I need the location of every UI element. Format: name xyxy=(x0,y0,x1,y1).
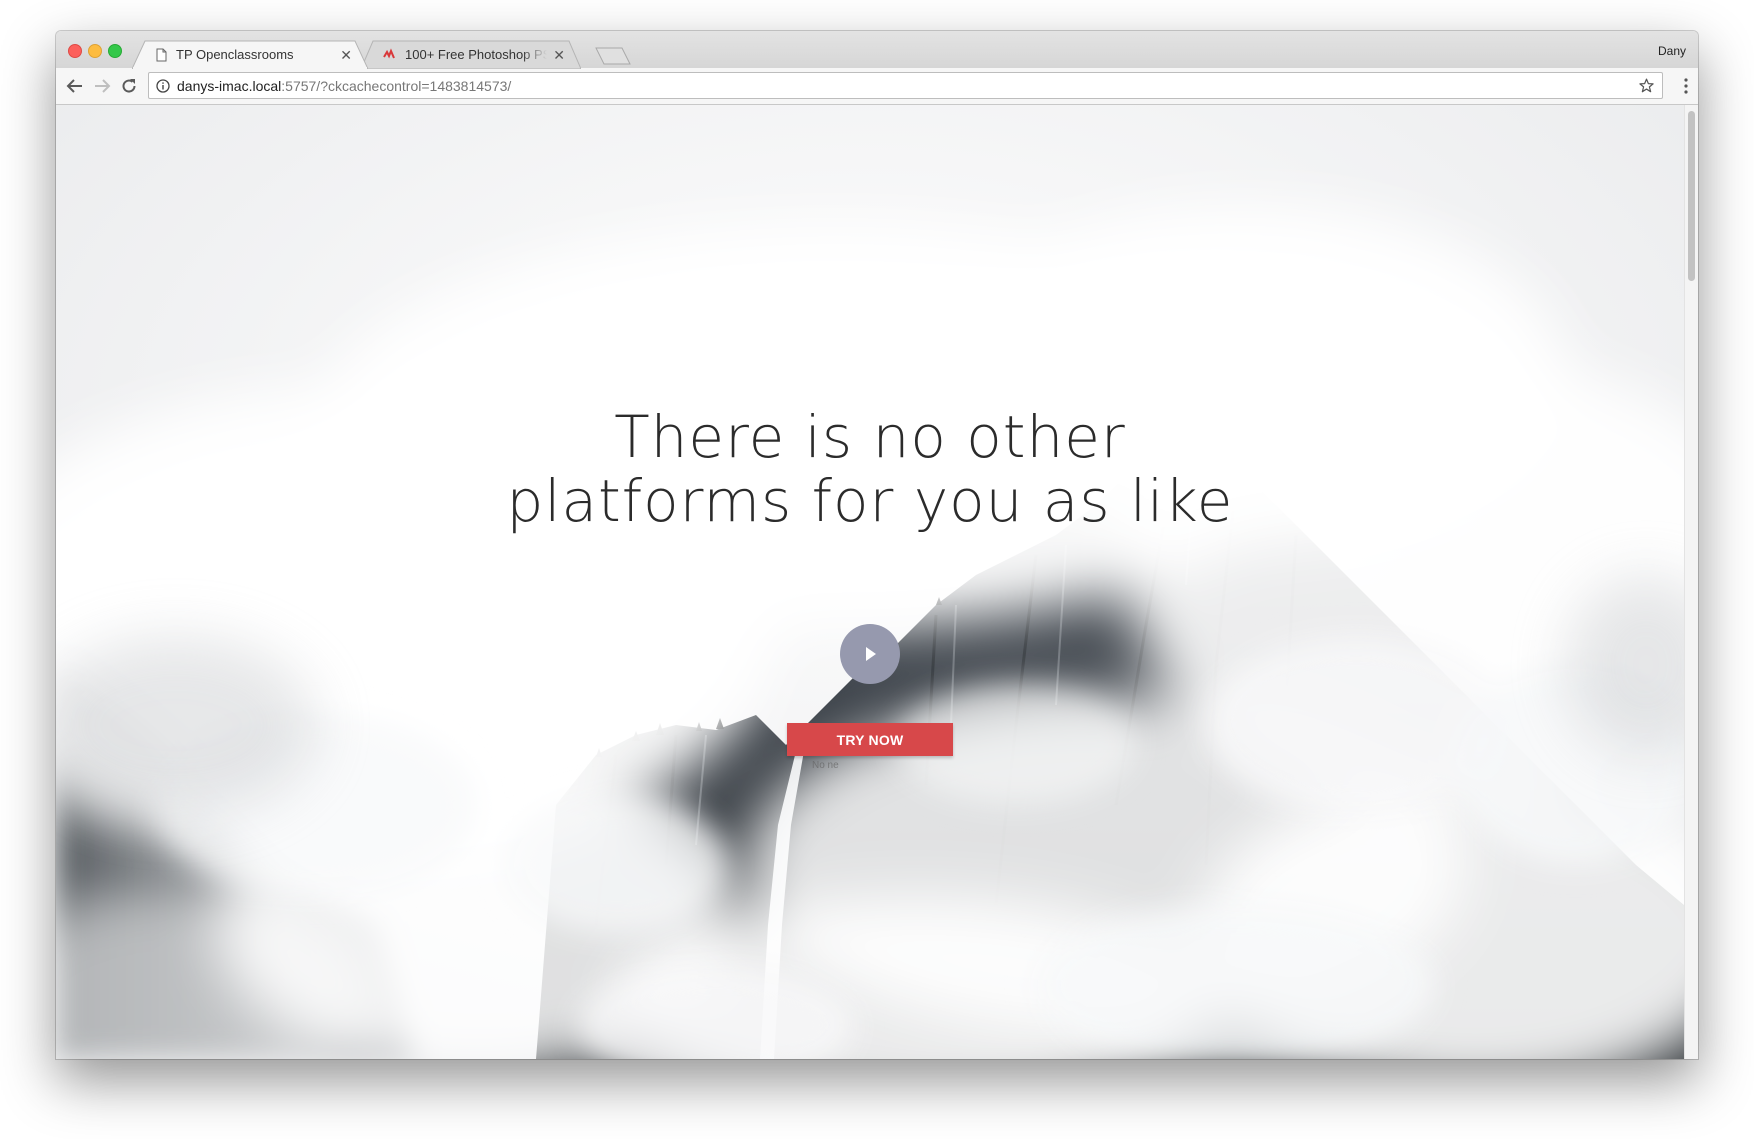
browser-window: 100+ Free Photoshop PSD web ✕ TP Opencla… xyxy=(56,31,1698,1059)
profile-button[interactable]: Dany xyxy=(1658,44,1686,58)
play-icon xyxy=(866,647,876,661)
tab-tp-openclassrooms[interactable]: TP Openclassrooms ✕ xyxy=(132,40,368,69)
hero-headline: There is no other platforms for you as l… xyxy=(56,405,1684,533)
tab-close-icon[interactable]: ✕ xyxy=(340,48,352,62)
hero-background-image xyxy=(56,105,1684,1059)
url-path: :5757/?ckcachecontrol=1483814573/ xyxy=(281,77,512,94)
headline-line-1: There is no other xyxy=(614,403,1126,471)
url-text[interactable]: danys-imac.local:5757/?ckcachecontrol=14… xyxy=(177,78,511,94)
bookmark-star-icon[interactable] xyxy=(1639,78,1654,93)
cta-subtext: No ne xyxy=(812,760,839,771)
tab-close-icon[interactable]: ✕ xyxy=(553,48,565,62)
page-viewport: There is no other platforms for you as l… xyxy=(56,105,1684,1059)
browser-toolbar: danys-imac.local:5757/?ckcachecontrol=14… xyxy=(56,68,1698,105)
new-tab-button[interactable] xyxy=(594,47,632,65)
info-icon[interactable] xyxy=(156,78,170,93)
scrollbar-thumb[interactable] xyxy=(1688,111,1695,281)
back-arrow-icon[interactable] xyxy=(66,77,84,95)
address-bar[interactable]: danys-imac.local:5757/?ckcachecontrol=14… xyxy=(148,72,1663,99)
more-menu-icon[interactable] xyxy=(1684,77,1688,95)
tab-strip: 100+ Free Photoshop PSD web ✕ TP Opencla… xyxy=(56,31,1698,69)
tab-title: TP Openclassrooms xyxy=(176,47,294,62)
try-now-button[interactable]: TRY NOW xyxy=(787,723,953,756)
headline-line-2: platforms for you as like xyxy=(506,467,1234,535)
reload-icon[interactable] xyxy=(120,77,138,95)
forward-arrow-icon[interactable] xyxy=(93,77,111,95)
window-maximize-button[interactable] xyxy=(108,44,122,58)
play-video-button[interactable] xyxy=(840,624,900,684)
window-close-button[interactable] xyxy=(68,44,82,58)
url-host: danys-imac.local xyxy=(177,77,282,94)
window-minimize-button[interactable] xyxy=(88,44,102,58)
tab-photoshop-psd[interactable]: 100+ Free Photoshop PSD web ✕ xyxy=(361,40,581,69)
site-favicon-icon xyxy=(383,47,395,58)
page-scrollbar[interactable] xyxy=(1684,105,1698,1059)
page-icon xyxy=(156,48,167,61)
tab-title: 100+ Free Photoshop PSD web xyxy=(405,47,548,62)
